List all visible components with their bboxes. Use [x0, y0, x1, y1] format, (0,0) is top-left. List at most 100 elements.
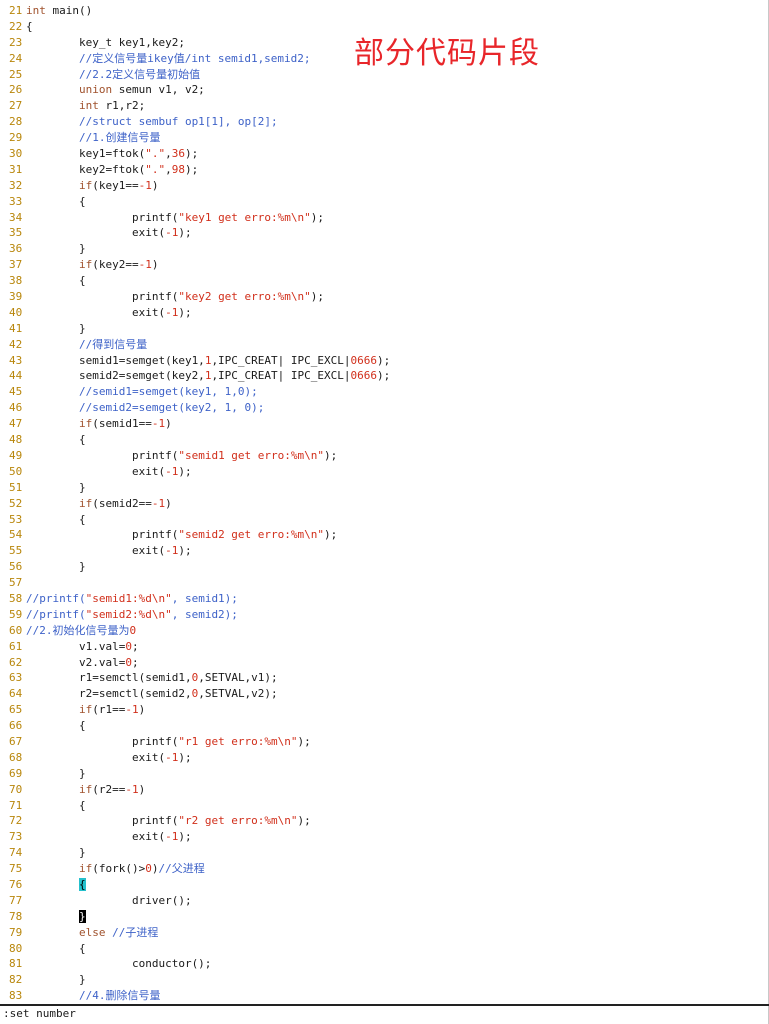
code-line[interactable]: 65 if(r1==-1)	[0, 702, 769, 718]
code-line[interactable]: 29 //1.创建信号量	[0, 130, 769, 146]
code-line[interactable]: 72 printf("r2 get erro:%m\n");	[0, 813, 769, 829]
code-token: }	[26, 560, 86, 574]
line-number: 47	[9, 417, 23, 431]
line-number: 32	[9, 178, 23, 192]
line-number: 24	[9, 51, 23, 65]
command-line[interactable]: :set number	[0, 1004, 769, 1022]
line-number: 26	[9, 83, 23, 97]
code-line[interactable]: 55 exit(-1);	[0, 543, 769, 559]
code-line[interactable]: 31 key2=ftok(".",98);	[0, 162, 769, 178]
code-token: //4.删除信号量	[26, 989, 161, 1003]
code-token: );	[310, 210, 325, 224]
code-line[interactable]: 80 {	[0, 941, 769, 957]
code-token: {	[26, 719, 86, 733]
code-line[interactable]: 68 exit(-1);	[0, 750, 769, 766]
code-line[interactable]: 52 if(semid2==-1)	[0, 496, 769, 512]
code-line[interactable]: 45 //semid1=semget(key1, 1,0);	[0, 384, 769, 400]
code-token: );	[178, 750, 192, 764]
code-line[interactable]: 59//printf("semid2:%d\n", semid2);	[0, 607, 769, 623]
code-line[interactable]: 42 //得到信号量	[0, 337, 769, 353]
code-line[interactable]: 73 exit(-1);	[0, 829, 769, 845]
code-token: (key1==	[92, 178, 139, 192]
code-line[interactable]: 32 if(key1==-1)	[0, 178, 769, 194]
code-line[interactable]: 40 exit(-1);	[0, 305, 769, 321]
code-line[interactable]: 67 printf("r1 get erro:%m\n");	[0, 734, 769, 750]
code-line[interactable]: 71 {	[0, 798, 769, 814]
code-token: "r2 get erro:%m\n"	[178, 814, 298, 828]
code-token: ;	[131, 639, 139, 653]
code-line[interactable]: 64 r2=semctl(semid2,0,SETVAL,v2);	[0, 686, 769, 702]
code-line[interactable]: 53 {	[0, 512, 769, 528]
code-line[interactable]: 28 //struct sembuf op1[1], op[2];	[0, 114, 769, 130]
code-token: printf(	[26, 290, 179, 304]
code-token: {	[26, 274, 86, 288]
code-editor[interactable]: 21 int main() 22{23 key_t key1,key2; 24 //定…	[0, 0, 769, 1024]
code-token: -1	[165, 544, 179, 558]
code-line[interactable]: 61 v1.val=0;	[0, 639, 769, 655]
code-line[interactable]: 43 semid1=semget(key1,1,IPC_CREAT| IPC_E…	[0, 353, 769, 369]
code-line[interactable]: 34 printf("key1 get erro:%m\n");	[0, 210, 769, 226]
code-line[interactable]: 48 {	[0, 432, 769, 448]
code-line[interactable]: 36 }	[0, 241, 769, 257]
code-token: "."	[145, 147, 166, 161]
line-number: 53	[9, 512, 23, 526]
code-line[interactable]: 33 {	[0, 194, 769, 210]
code-token: "semid2 get erro:%m\n"	[178, 528, 325, 542]
code-token: ,IPC_CREAT| IPC_EXCL|	[211, 353, 351, 367]
code-line[interactable]: 69 }	[0, 766, 769, 782]
code-token: }	[26, 846, 86, 860]
code-line[interactable]: 75 if(fork()>0)//父进程	[0, 861, 769, 877]
code-line[interactable]: 60//2.初始化信号量为0	[0, 623, 769, 639]
line-number: 54	[9, 528, 23, 542]
code-token: -1	[165, 305, 179, 319]
code-line[interactable]: 66 {	[0, 718, 769, 734]
code-token: "."	[145, 162, 166, 176]
line-number: 68	[9, 750, 23, 764]
code-token: (semid1==	[92, 417, 152, 431]
line-number: 31	[9, 162, 23, 176]
code-line[interactable]: 76 {	[0, 877, 769, 893]
code-line[interactable]: 78 }	[0, 909, 769, 925]
line-number: 64	[9, 687, 23, 701]
code-line[interactable]: 41 }	[0, 321, 769, 337]
code-line[interactable]: 50 exit(-1);	[0, 464, 769, 480]
code-token: printf(	[26, 210, 179, 224]
code-line[interactable]: 51 }	[0, 480, 769, 496]
code-line[interactable]: 56 }	[0, 559, 769, 575]
code-token: )	[138, 782, 146, 796]
code-line[interactable]: 21 int main()	[0, 3, 769, 19]
line-number: 22	[9, 19, 23, 33]
code-line[interactable]: 30 key1=ftok(".",36);	[0, 146, 769, 162]
code-line[interactable]: 46 //semid2=semget(key2, 1, 0);	[0, 400, 769, 416]
line-number: 49	[9, 448, 23, 462]
code-line[interactable]: 47 if(semid1==-1)	[0, 416, 769, 432]
code-token: r1=semctl(semid1,	[26, 671, 192, 685]
code-line[interactable]: 58//printf("semid1:%d\n", semid1);	[0, 591, 769, 607]
code-line[interactable]: 77 driver();	[0, 893, 769, 909]
code-line[interactable]: 74 }	[0, 845, 769, 861]
code-token: }	[26, 242, 86, 256]
code-line[interactable]: 39 printf("key2 get erro:%m\n");	[0, 289, 769, 305]
code-line[interactable]: 83 //4.删除信号量	[0, 988, 769, 1004]
code-line[interactable]: 38 {	[0, 273, 769, 289]
code-token: //2.初始化信号量为	[26, 623, 130, 637]
code-token: }	[26, 766, 86, 780]
code-line[interactable]: 62 v2.val=0;	[0, 655, 769, 671]
code-line[interactable]: 82 }	[0, 972, 769, 988]
code-line[interactable]: 63 r1=semctl(semid1,0,SETVAL,v1);	[0, 670, 769, 686]
code-line[interactable]: 70 if(r2==-1)	[0, 782, 769, 798]
code-line[interactable]: 44 semid2=semget(key2,1,IPC_CREAT| IPC_E…	[0, 368, 769, 384]
code-line[interactable]: 27 int r1,r2;	[0, 98, 769, 114]
code-line[interactable]: 54 printf("semid2 get erro:%m\n");	[0, 527, 769, 543]
code-line[interactable]: 81 conductor();	[0, 956, 769, 972]
code-token: semid2=semget(key2,	[26, 369, 205, 383]
code-area[interactable]: 21 int main() 22{23 key_t key1,key2; 24 //定…	[0, 3, 769, 1004]
code-token: //父进程	[158, 862, 205, 876]
code-line[interactable]: 57	[0, 575, 769, 591]
code-line[interactable]: 37 if(key2==-1)	[0, 257, 769, 273]
code-line[interactable]: 49 printf("semid1 get erro:%m\n");	[0, 448, 769, 464]
code-line[interactable]: 35 exit(-1);	[0, 225, 769, 241]
line-number: 21	[9, 4, 23, 17]
code-line[interactable]: 79 else //子进程	[0, 925, 769, 941]
code-line[interactable]: 26 union semun v1, v2;	[0, 82, 769, 98]
